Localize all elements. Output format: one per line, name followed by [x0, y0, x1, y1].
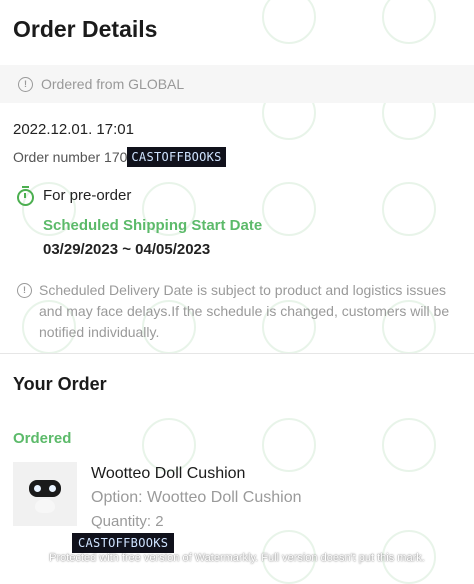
watermark-notice: Protected with free version of Watermark… [49, 552, 425, 564]
shipping-dates: 03/29/2023 ~ 04/05/2023 [43, 241, 211, 258]
shipping-start-label: Scheduled Shipping Start Date [43, 217, 263, 234]
section-divider [0, 353, 474, 354]
product-option: Option: Wootteo Doll Cushion [91, 489, 302, 506]
preorder-label: For pre-order [43, 187, 132, 204]
delivery-notice: Scheduled Delivery Date is subject to pr… [39, 282, 450, 340]
product-thumbnail[interactable] [13, 462, 77, 526]
product-quantity: Quantity: 2 [91, 513, 164, 530]
doll-image [29, 480, 61, 497]
clock-icon [17, 186, 34, 206]
order-date: 2022.12.01. 17:01 [13, 121, 134, 138]
redaction-label: CASTOFFBOOKS [72, 533, 175, 553]
order-origin-bar: ! Ordered from GLOBAL [0, 65, 474, 103]
order-number: Order number 170 CASTOFFBOOKS [13, 147, 226, 167]
product-name[interactable]: Wootteo Doll Cushion [91, 465, 245, 483]
order-status: Ordered [13, 430, 72, 447]
redaction-label: CASTOFFBOOKS [127, 147, 226, 167]
page-title: Order Details [13, 16, 158, 42]
info-icon: ! [18, 77, 33, 92]
info-icon: ! [17, 283, 32, 298]
your-order-heading: Your Order [13, 374, 107, 394]
order-origin-text: Ordered from GLOBAL [41, 76, 185, 92]
order-number-text: Order number 170 [13, 149, 128, 165]
